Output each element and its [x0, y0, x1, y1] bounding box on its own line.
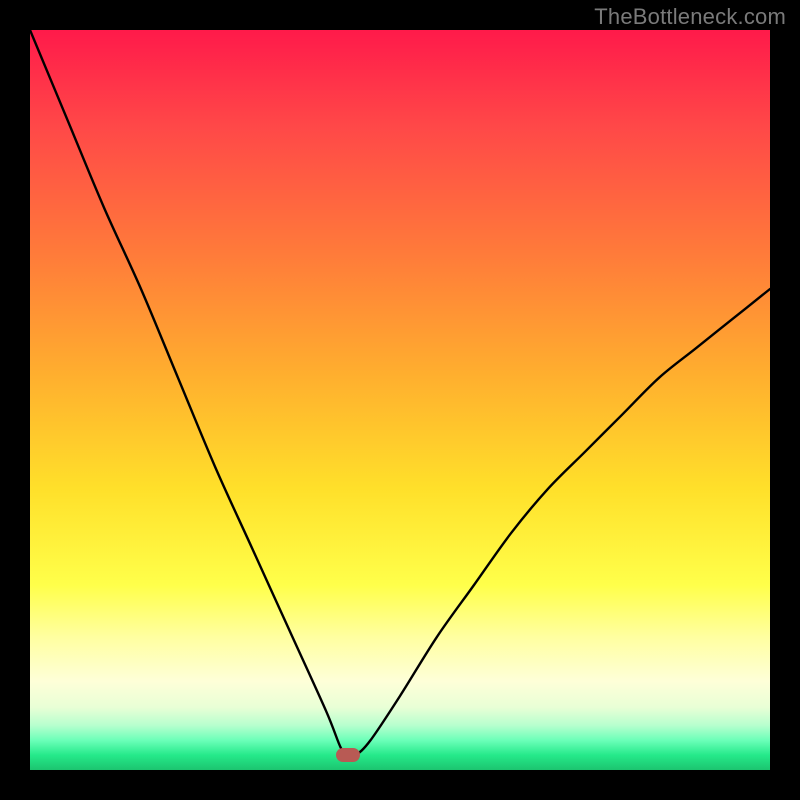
plot-area — [30, 30, 770, 770]
optimum-marker — [336, 748, 360, 762]
frame: TheBottleneck.com — [0, 0, 800, 800]
watermark-text: TheBottleneck.com — [594, 4, 786, 30]
bottleneck-curve — [30, 30, 770, 770]
